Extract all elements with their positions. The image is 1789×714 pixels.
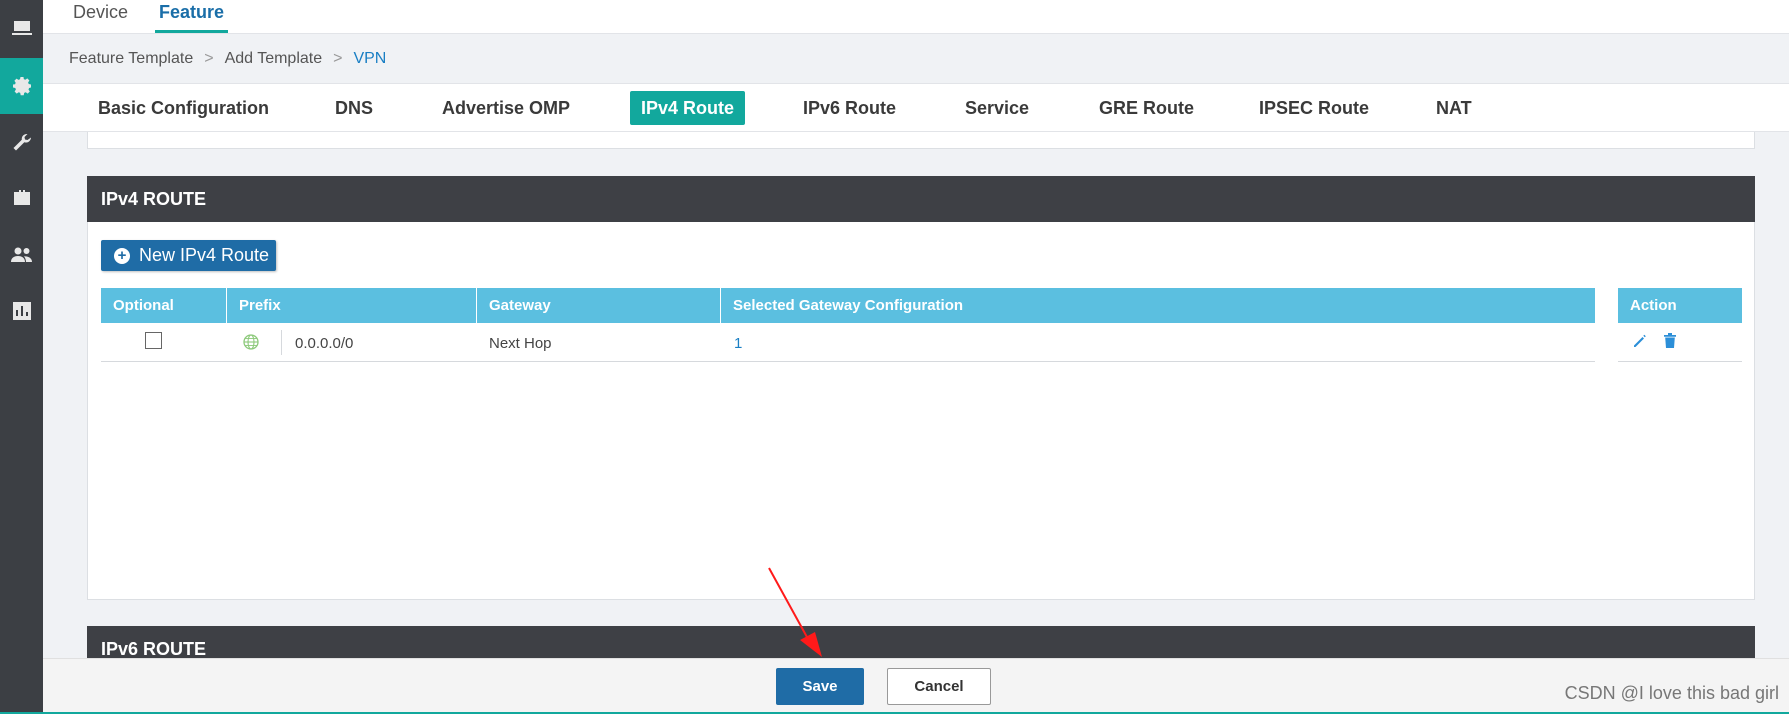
new-ipv4-route-label: New IPv4 Route — [139, 245, 270, 265]
bar-chart-icon — [12, 302, 31, 320]
optional-checkbox[interactable] — [145, 332, 162, 349]
tab-device[interactable]: Device — [69, 0, 132, 33]
prefix-cell: 0.0.0.0/0 — [295, 335, 354, 352]
column-optional: Optional — [101, 288, 227, 323]
briefcase-icon — [13, 190, 30, 205]
save-button[interactable]: Save — [776, 668, 864, 705]
column-gateway: Gateway — [477, 288, 721, 323]
tab-ipv6-route[interactable]: IPv6 Route — [803, 91, 896, 125]
tab-feature[interactable]: Feature — [155, 0, 229, 33]
pencil-icon[interactable] — [1632, 333, 1648, 349]
maintenance-nav-item[interactable] — [0, 170, 43, 226]
tab-ipsec-route[interactable]: IPSEC Route — [1259, 91, 1369, 125]
plus-circle-icon: + — [114, 247, 130, 264]
action-table-header: Action — [1618, 288, 1742, 323]
users-icon — [10, 247, 32, 262]
monitor-nav-item[interactable] — [0, 0, 43, 56]
tab-nat[interactable]: NAT — [1436, 91, 1472, 125]
column-prefix: Prefix — [227, 288, 477, 323]
tab-advertise-omp[interactable]: Advertise OMP — [442, 91, 570, 125]
routes-table-header: Optional Prefix Gateway Selected Gateway… — [101, 288, 1595, 323]
tab-basic-configuration[interactable]: Basic Configuration — [98, 91, 269, 125]
ipv4-route-header: IPv4 ROUTE — [87, 176, 1755, 222]
laptop-icon — [11, 21, 32, 35]
column-action: Action — [1630, 297, 1677, 314]
breadcrumb-separator: > — [333, 50, 343, 67]
gateway-cell: Next Hop — [489, 335, 552, 352]
breadcrumb-vpn: VPN — [353, 50, 387, 67]
section-tab-bar — [43, 83, 1789, 132]
previous-section-panel — [87, 132, 1755, 149]
table-row: 0.0.0.0/0 Next Hop 1 — [101, 323, 1595, 362]
analytics-nav-item[interactable] — [0, 283, 43, 339]
cancel-button[interactable]: Cancel — [887, 668, 991, 705]
breadcrumb-separator: > — [204, 50, 214, 67]
breadcrumb-add-template[interactable]: Add Template — [225, 50, 323, 68]
tab-dns[interactable]: DNS — [335, 91, 373, 125]
ipv4-route-panel — [87, 222, 1755, 600]
left-nav-rail — [0, 0, 43, 714]
wrench-icon — [13, 133, 31, 151]
prefix-divider — [281, 330, 282, 355]
globe-icon — [243, 334, 259, 350]
selected-config-cell[interactable]: 1 — [734, 323, 742, 361]
tab-service[interactable]: Service — [965, 91, 1029, 125]
gear-icon — [12, 77, 31, 96]
trash-icon[interactable] — [1663, 332, 1677, 349]
watermark: CSDN @I love this bad girl — [1564, 683, 1779, 703]
tab-ipv4-route[interactable]: IPv4 Route — [630, 91, 746, 125]
new-ipv4-route-button[interactable]: + New IPv4 Route — [101, 240, 276, 271]
administration-nav-item[interactable] — [0, 227, 43, 283]
top-tab-bar — [43, 0, 1789, 34]
configuration-nav-item[interactable] — [0, 58, 43, 114]
tab-gre-route[interactable]: GRE Route — [1099, 91, 1194, 125]
tools-nav-item[interactable] — [0, 115, 43, 171]
breadcrumb: Feature Template > Add Template > VPN — [69, 50, 386, 68]
breadcrumb-feature-template[interactable]: Feature Template — [69, 50, 193, 68]
column-selected-gateway-configuration: Selected Gateway Configuration — [733, 297, 964, 314]
